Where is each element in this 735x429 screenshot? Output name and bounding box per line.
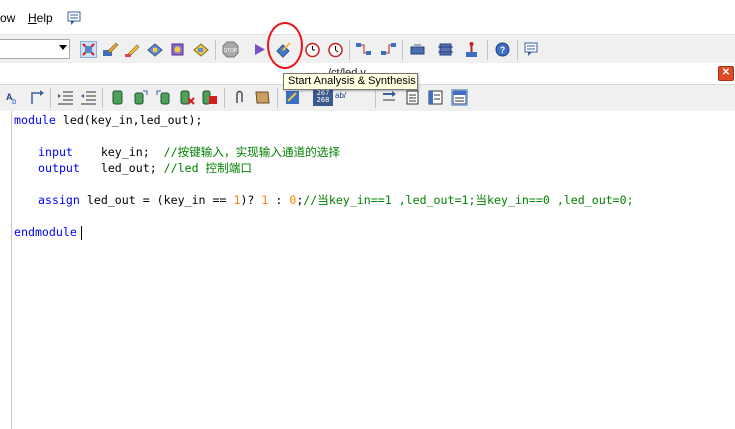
code-line-1: module led(key_in,led_out); bbox=[14, 112, 202, 128]
separator bbox=[50, 88, 51, 108]
code-editor[interactable]: module led(key_in,led_out); input key_in… bbox=[0, 111, 735, 429]
chip-planner-icon[interactable] bbox=[437, 41, 454, 58]
code-line-4: output led_out; //led 控制端口 bbox=[38, 160, 252, 176]
code-line-8: endmodule bbox=[14, 224, 82, 240]
text-caret bbox=[80, 225, 82, 240]
timer-icon[interactable] bbox=[304, 41, 321, 58]
annotation-circle bbox=[267, 22, 303, 69]
run-icon[interactable] bbox=[251, 41, 268, 58]
feedback-icon[interactable] bbox=[523, 41, 540, 58]
chevron-down-icon[interactable] bbox=[59, 45, 67, 50]
enter-icon[interactable] bbox=[381, 89, 398, 106]
identifier-led-out: led_out; bbox=[100, 161, 157, 175]
attach-icon[interactable] bbox=[231, 89, 248, 106]
separator bbox=[487, 40, 488, 60]
editor-gutter bbox=[11, 111, 12, 429]
tooltip: Start Analysis & Synthesis bbox=[283, 73, 418, 90]
outdent-icon[interactable] bbox=[80, 89, 97, 106]
separator bbox=[349, 40, 350, 60]
rtl-viewer-icon[interactable] bbox=[380, 41, 397, 58]
timer-icon-2[interactable] bbox=[327, 41, 344, 58]
spell-check-icon[interactable]: ab/ bbox=[335, 89, 353, 106]
module-signature: led(key_in,led_out); bbox=[55, 113, 203, 127]
prev-bookmark-icon[interactable] bbox=[155, 89, 172, 106]
padding bbox=[80, 161, 101, 175]
comment-input: //按键输入，实现输入通道的选择 bbox=[149, 145, 340, 159]
main-toolbar: STOP ? bbox=[0, 34, 735, 65]
insert-template-icon[interactable] bbox=[284, 89, 301, 106]
pencil-icon[interactable] bbox=[124, 41, 141, 58]
comment-output: //led 控制端口 bbox=[156, 161, 252, 175]
separator bbox=[517, 40, 518, 60]
stop-icon[interactable]: STOP bbox=[222, 41, 239, 58]
menu-bar: ow Help bbox=[0, 0, 735, 34]
keyword-output: output bbox=[38, 161, 80, 175]
project-combo[interactable] bbox=[0, 39, 70, 59]
keyword-input: input bbox=[38, 145, 73, 159]
padding bbox=[73, 145, 101, 159]
keyword-assign: assign bbox=[38, 193, 80, 207]
menu-help[interactable]: Help bbox=[28, 11, 53, 25]
fitter-icon[interactable] bbox=[192, 41, 209, 58]
code-line-6: assign led_out = (key_in == 1)? 1 : 0;//… bbox=[38, 192, 634, 208]
layout-icon[interactable] bbox=[451, 89, 468, 106]
edit-icon[interactable] bbox=[102, 41, 119, 58]
page-list-icon[interactable] bbox=[427, 89, 444, 106]
separator bbox=[224, 88, 225, 108]
close-icon[interactable]: ✕ bbox=[718, 66, 734, 81]
template-icon[interactable] bbox=[254, 89, 271, 106]
comment-assign: //当key_in==1 ,led_out=1;当key_in==0 ,led_… bbox=[303, 193, 634, 207]
separator bbox=[375, 88, 376, 108]
assign-expression: led_out = (key_in == bbox=[79, 193, 234, 207]
bookmark-icon[interactable] bbox=[109, 89, 126, 106]
code-line-3: input key_in; //按键输入，实现输入通道的选择 bbox=[38, 144, 340, 160]
keyword-module: module bbox=[14, 113, 56, 127]
line-numbers-icon[interactable]: 267 268 bbox=[313, 89, 333, 106]
separator bbox=[402, 40, 403, 60]
svg-text:?: ? bbox=[500, 45, 506, 55]
next-bookmark-icon[interactable] bbox=[132, 89, 149, 106]
menu-window[interactable]: ow bbox=[0, 11, 15, 25]
feedback-icon[interactable] bbox=[66, 10, 83, 27]
clear-bookmarks-icon[interactable] bbox=[201, 89, 218, 106]
indent-icon[interactable] bbox=[57, 89, 74, 106]
separator bbox=[277, 88, 278, 108]
netlist-viewer-icon[interactable] bbox=[355, 41, 372, 58]
settings-chip-icon[interactable] bbox=[169, 41, 186, 58]
page-icon[interactable] bbox=[404, 89, 421, 106]
kill-icon[interactable] bbox=[80, 41, 97, 58]
find-replace-icon[interactable]: Ab bbox=[5, 89, 22, 106]
ternary-operator: )? bbox=[240, 193, 262, 207]
pin-planner-icon[interactable] bbox=[463, 41, 480, 58]
keyword-endmodule: endmodule bbox=[14, 225, 77, 239]
help-icon[interactable]: ? bbox=[494, 41, 511, 58]
identifier-key-in: key_in; bbox=[100, 145, 150, 159]
separator bbox=[215, 40, 216, 60]
compile-icon[interactable] bbox=[146, 41, 163, 58]
ternary-colon: : bbox=[268, 193, 290, 207]
remove-bookmark-icon[interactable] bbox=[178, 89, 195, 106]
svg-text:STOP: STOP bbox=[224, 48, 238, 54]
svg-text:b: b bbox=[12, 97, 17, 106]
separator bbox=[102, 88, 103, 108]
goto-line-icon[interactable] bbox=[28, 89, 45, 106]
programmer-icon[interactable] bbox=[409, 41, 426, 58]
